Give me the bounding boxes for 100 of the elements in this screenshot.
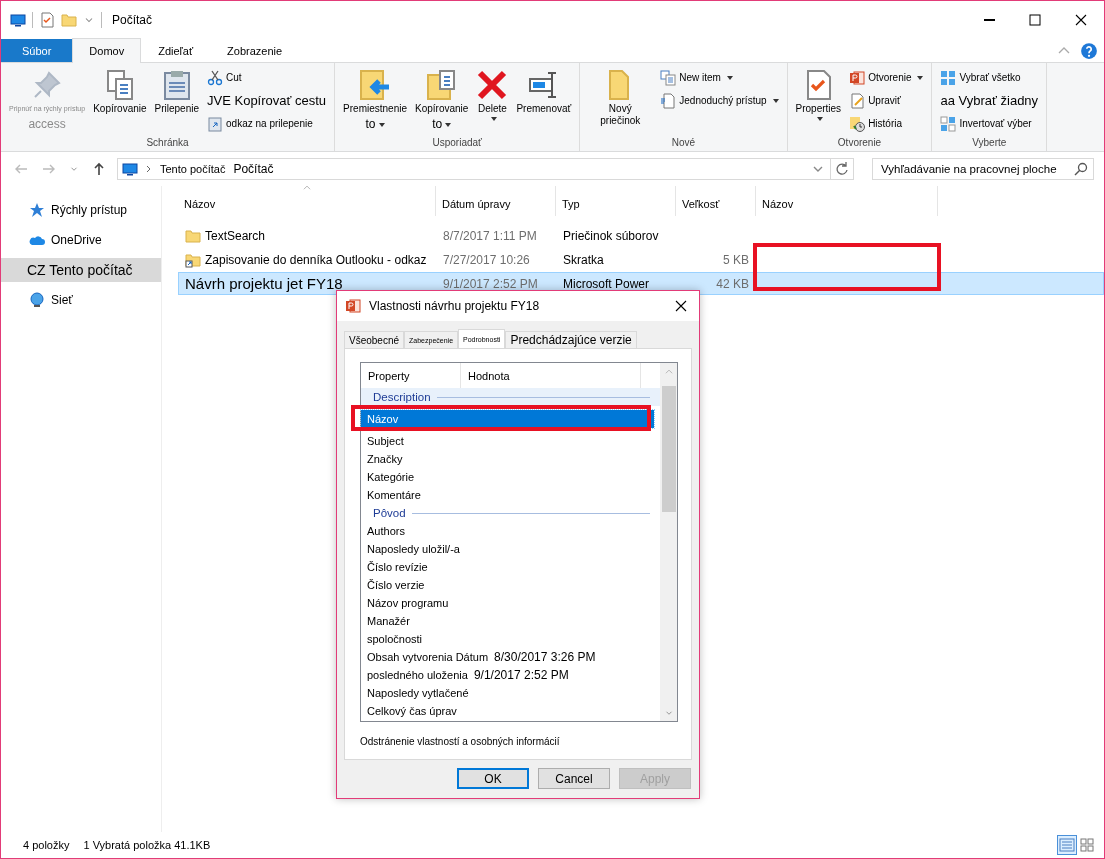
dialog-title: Vlastnosti návrhu projektu FY18 [369, 299, 540, 313]
ribbon-button[interactable]: Premiestnenie to [341, 67, 409, 137]
property-row[interactable]: Komentáre [361, 486, 660, 504]
ribbon-tab[interactable]: Súbor [1, 39, 73, 62]
dialog-button[interactable]: Cancel [538, 768, 610, 789]
ribbon-button[interactable]: Otvorenie [847, 68, 926, 87]
window-title: Počítač [112, 12, 153, 27]
file-row[interactable]: Zapisovanie do denníka Outlooku - odkaz 7/27/2017 10:26 Skratka 5 KB [178, 248, 1104, 271]
property-row[interactable]: Značky [361, 450, 660, 468]
property-row[interactable]: posledného uloženia 9/1/2017 2:52 PM [361, 666, 660, 684]
property-row[interactable]: Názov [361, 410, 654, 428]
breadcrumb[interactable]: Počítač [233, 162, 274, 176]
ribbon-button[interactable]: aa Vybrať žiadny [938, 91, 1041, 110]
size-cell: 5 KB [723, 252, 749, 267]
ribbon-button[interactable]: Upraviť [847, 91, 926, 110]
dialog-button[interactable]: OK [457, 768, 529, 789]
remove-properties-link[interactable]: Odstránenie vlastností a osobných informácií [360, 736, 678, 747]
property-row[interactable]: Naposledy vytlačené [361, 684, 660, 702]
property-row[interactable]: Názov programu [361, 594, 660, 612]
ribbon-button[interactable]: JVE Kopírovať cestu [205, 91, 329, 110]
ribbon-button[interactable]: Kopírovanie [91, 67, 149, 137]
tiles-view-button[interactable] [1078, 836, 1096, 854]
ribbon-tab[interactable]: Zdieľať [141, 39, 211, 62]
sidebar-item[interactable]: CZ Tento počítač [1, 258, 161, 282]
section-heading: Pôvod [373, 507, 406, 519]
column-header[interactable]: Dátum úpravy [436, 186, 556, 216]
move-icon [359, 69, 392, 101]
column-header[interactable]: Veľkosť [676, 186, 756, 216]
delete-icon [476, 69, 509, 101]
scrollbar[interactable] [660, 363, 677, 721]
dialog-tab[interactable]: Predchádzajúce verzie [505, 331, 637, 348]
details-view-icon [1059, 837, 1075, 853]
details-view-button[interactable] [1058, 836, 1076, 854]
type-cell: Microsoft Power [563, 276, 650, 291]
date-cell: 8/7/2017 1:11 PM [443, 228, 537, 243]
minimize-icon [983, 18, 995, 21]
ppt-icon [849, 69, 866, 86]
breadcrumb[interactable]: Tento počítač [160, 163, 226, 175]
property-row[interactable]: Celkový čas úprav [361, 702, 660, 720]
property-row[interactable]: Kategórie [361, 468, 660, 486]
sidebar-item[interactable]: Sieť [1, 288, 161, 312]
shortcut-icon [185, 251, 201, 268]
search-field[interactable]: Vyhľadávanie na pracovnej ploche [872, 158, 1094, 180]
ribbon-button[interactable]: Delete [474, 67, 511, 137]
selection-info: 1 Vybratá položka 41.1KB [83, 839, 211, 851]
date-cell: 9/1/2017 2:52 PM [443, 276, 538, 291]
monitor-icon [122, 161, 138, 177]
ribbon-button[interactable]: Invertovať výber [938, 114, 1041, 133]
selectall-icon [940, 69, 957, 86]
folder-icon [185, 227, 201, 244]
ribbon-button[interactable]: Cut [205, 68, 329, 87]
column-header[interactable]: Názov [756, 186, 938, 216]
size-cell: 42 KB [716, 276, 749, 291]
maximize-icon [1027, 11, 1043, 28]
refresh-icon [834, 161, 850, 177]
refresh-button[interactable] [830, 158, 854, 180]
group-label: Otvorenie [836, 137, 883, 150]
scissors-icon [207, 69, 224, 86]
file-name: Zapisovanie do denníka Outlooku - odkaz [205, 252, 427, 267]
ribbon-button[interactable]: Kopírovanie to [413, 67, 471, 137]
item-count: 4 položky [23, 839, 70, 851]
address-field[interactable]: Tento počítač Počítač [117, 158, 831, 180]
file-name: TextSearch [205, 228, 266, 243]
edit-icon [849, 92, 866, 109]
paste-link-icon [207, 115, 224, 132]
ribbon-button[interactable]: História [847, 114, 926, 133]
property-row[interactable]: Obsah vytvorenia Dátum 8/30/2017 3:26 PM [361, 648, 660, 666]
property-row[interactable]: Číslo revízie [361, 558, 660, 576]
dialog-tab[interactable]: Všeobecné [344, 331, 405, 348]
sidebar-item[interactable]: OneDrive [1, 228, 161, 252]
file-row[interactable]: TextSearch 8/7/2017 1:11 PM Priečinok súborov [178, 224, 1104, 247]
help-icon [1080, 41, 1098, 60]
chevron-icon [146, 165, 152, 173]
ribbon-button[interactable]: Jednoduchý prístup [658, 91, 781, 110]
column-header[interactable]: Názov [178, 186, 436, 216]
sidebar-item[interactable]: Rýchly prístup [1, 198, 161, 222]
property-row[interactable]: Číslo verzie [361, 576, 660, 594]
ribbon-tab[interactable]: Domov [72, 38, 142, 63]
file-name: Návrh projektu jet FY18 [185, 275, 343, 292]
ribbon-button[interactable]: New item [658, 68, 781, 87]
property-row[interactable]: Manažér [361, 612, 660, 630]
ribbon-button[interactable]: Vybrať všetko [938, 68, 1041, 87]
history-icon [849, 115, 866, 132]
ribbon-button[interactable]: odkaz na prilepenie [205, 114, 329, 133]
checklist-icon [39, 11, 55, 28]
ribbon-button[interactable]: Prilepenie [152, 67, 202, 137]
ribbon-button[interactable]: Premenovať [514, 67, 574, 137]
ribbon-tab[interactable]: Zobrazenie [210, 39, 300, 62]
ribbon-button[interactable]: Nový priečinok [586, 67, 655, 137]
property-row[interactable]: Authors [361, 522, 660, 540]
property-row[interactable]: Naposledy uložil/-a [361, 540, 660, 558]
star-icon [29, 202, 45, 218]
type-cell: Skratka [563, 252, 604, 267]
group-label: Nové [670, 137, 697, 150]
column-header[interactable]: Typ [556, 186, 676, 216]
search-icon [1073, 161, 1089, 177]
ribbon-button[interactable]: Properties [793, 67, 844, 137]
group-label: Usporiadať [431, 137, 483, 150]
property-row[interactable]: Subject [361, 432, 660, 450]
property-row[interactable]: spoločnosti [361, 630, 660, 648]
